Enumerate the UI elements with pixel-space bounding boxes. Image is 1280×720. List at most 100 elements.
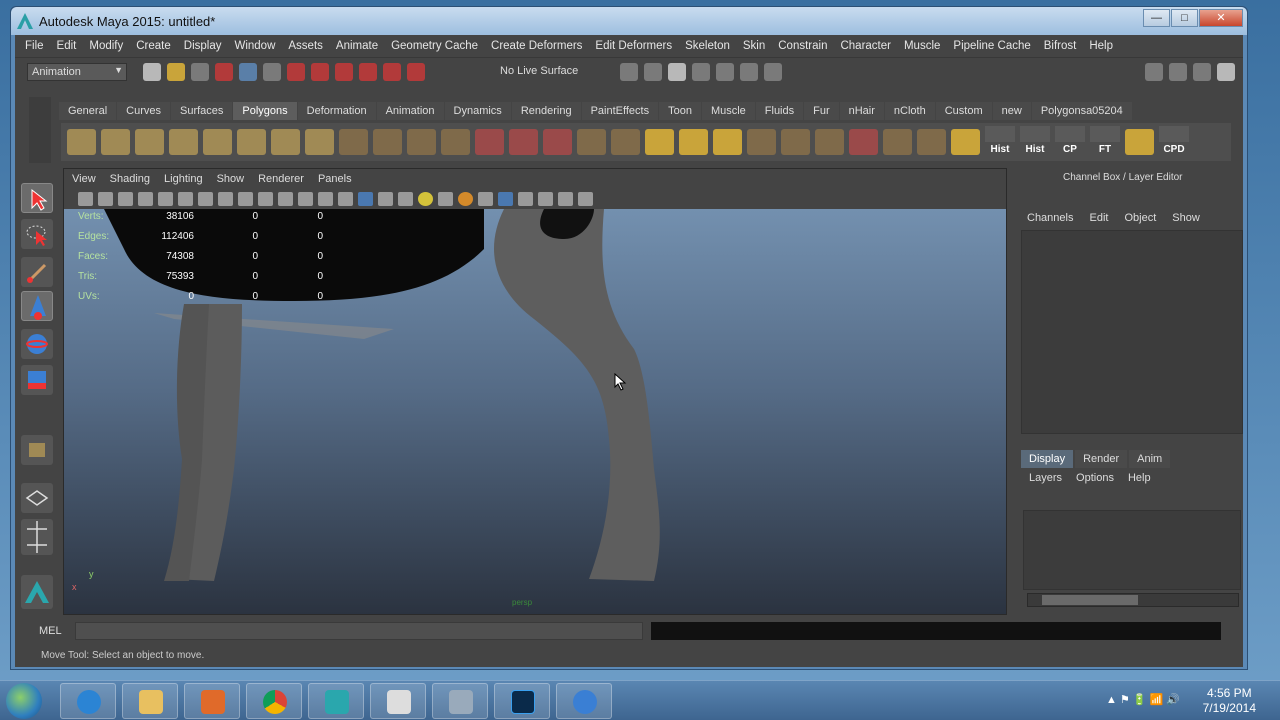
menu-create-deformers[interactable]: Create Deformers (491, 40, 582, 52)
shelf-tab-polygonsa05204[interactable]: Polygonsa05204 (1031, 102, 1132, 120)
planar-mapping-icon[interactable] (917, 129, 946, 155)
scrollbar-thumb[interactable] (1042, 595, 1138, 605)
poly-plane-icon[interactable] (203, 129, 232, 155)
tab-render[interactable]: Render (1075, 450, 1128, 468)
use-all-lights-icon[interactable] (418, 192, 433, 206)
two-d-pan-zoom-icon[interactable] (158, 192, 173, 206)
shelf-tab-fluids[interactable]: Fluids (755, 102, 804, 120)
grid-icon[interactable] (198, 192, 213, 206)
snap-view-plane-icon[interactable] (359, 63, 377, 81)
menu-assets[interactable]: Assets (288, 40, 323, 52)
menu-character[interactable]: Character (840, 40, 891, 52)
rotate-tool-icon[interactable] (21, 329, 53, 359)
taskbar-explorer[interactable] (122, 683, 178, 719)
channel-box-icon[interactable] (1217, 63, 1235, 81)
taskbar-flower-app[interactable] (556, 683, 612, 719)
select-hierarchy-icon[interactable] (215, 63, 233, 81)
xray-icon[interactable] (538, 192, 553, 206)
output-ops-icon[interactable] (644, 63, 662, 81)
tab-display[interactable]: Display (1021, 450, 1074, 468)
save-scene-icon[interactable] (191, 63, 209, 81)
layer-menu-layers[interactable]: Layers (1029, 472, 1062, 484)
new-scene-icon[interactable] (143, 63, 161, 81)
isolate-select-icon[interactable] (518, 192, 533, 206)
shelf-tab-fur[interactable]: Fur (804, 102, 839, 120)
wireframe-on-shaded-icon[interactable] (378, 192, 393, 206)
split-polygon-icon[interactable] (611, 129, 640, 155)
minimize-button[interactable]: — (1143, 9, 1170, 27)
menu-edit-deformers[interactable]: Edit Deformers (595, 40, 672, 52)
mirror-icon[interactable] (509, 129, 538, 155)
add-divisions-icon[interactable] (713, 129, 742, 155)
viewport-menu-panels[interactable]: Panels (318, 173, 352, 185)
viewport-menu-renderer[interactable]: Renderer (258, 173, 304, 185)
shelf-menu-handle[interactable] (29, 97, 51, 163)
poly-torus-icon[interactable] (237, 129, 266, 155)
paint-select-tool-icon[interactable] (21, 257, 53, 287)
select-tool-icon[interactable] (21, 183, 53, 213)
channel-box-menu-channels[interactable]: Channels (1027, 212, 1073, 224)
menu-display[interactable]: Display (184, 40, 222, 52)
fill-hole-icon[interactable] (543, 129, 572, 155)
bookmarks-icon[interactable] (118, 192, 133, 206)
wireframe-icon[interactable] (338, 192, 353, 206)
viewport-menu-view[interactable]: View (72, 173, 96, 185)
construction-history-icon[interactable] (668, 63, 686, 81)
taskbar-chrome[interactable] (246, 683, 302, 719)
viewport-menu-lighting[interactable]: Lighting (164, 173, 203, 185)
automatic-mapping-icon[interactable] (951, 129, 980, 155)
render-view-icon[interactable] (692, 63, 710, 81)
menu-help[interactable]: Help (1089, 40, 1113, 52)
film-gate-icon[interactable] (218, 192, 233, 206)
shelf-tab-muscle[interactable]: Muscle (701, 102, 755, 120)
layer-scrollbar[interactable] (1027, 593, 1239, 607)
lasso-tool-icon[interactable] (21, 219, 53, 249)
move-tool-icon[interactable] (21, 291, 53, 321)
title-bar[interactable]: Autodesk Maya 2015: untitled* — □ ✕ (11, 7, 1247, 35)
poly-soccer-ball-icon[interactable] (305, 129, 334, 155)
select-object-icon[interactable] (239, 63, 257, 81)
freeze-transform-button[interactable]: FT (1090, 126, 1120, 158)
taskbar-screen-app[interactable] (432, 683, 488, 719)
menu-create[interactable]: Create (136, 40, 171, 52)
extract-icon[interactable] (407, 129, 436, 155)
smooth-icon[interactable] (441, 129, 470, 155)
shelf-tab-surfaces[interactable]: Surfaces (170, 102, 233, 120)
channel-list[interactable] (1021, 230, 1243, 434)
viewport-menu-show[interactable]: Show (217, 173, 245, 185)
channel-box-menu-object[interactable]: Object (1124, 212, 1156, 224)
channel-box-menu-show[interactable]: Show (1172, 212, 1200, 224)
menu-constrain[interactable]: Constrain (778, 40, 827, 52)
scale-tool-icon[interactable] (21, 365, 53, 395)
hist-button-2[interactable]: Hist (1020, 126, 1050, 158)
menu-set-dropdown[interactable]: Animation ▼ (27, 63, 127, 81)
select-camera-icon[interactable] (78, 192, 93, 206)
shelf-tab-animation[interactable]: Animation (376, 102, 444, 120)
maximize-button[interactable]: □ (1171, 9, 1198, 27)
layer-menu-options[interactable]: Options (1076, 472, 1114, 484)
bevel-icon[interactable] (747, 129, 776, 155)
shelf-tab-deformation[interactable]: Deformation (297, 102, 376, 120)
taskbar-ie[interactable] (60, 683, 116, 719)
shelf-tab-toon[interactable]: Toon (659, 102, 701, 120)
shelf-tab-dynamics[interactable]: Dynamics (444, 102, 511, 120)
taskbar-media-player[interactable] (184, 683, 240, 719)
tool-settings-icon[interactable] (1193, 63, 1211, 81)
taskbar-zbrush[interactable] (370, 683, 426, 719)
render-settings-icon[interactable] (764, 63, 782, 81)
poly-sphere-icon[interactable] (67, 129, 96, 155)
snap-point-icon[interactable] (335, 63, 353, 81)
layer-list[interactable] (1023, 510, 1241, 590)
hist-button-1[interactable]: Hist (985, 126, 1015, 158)
offset-edge-loop-icon[interactable] (679, 129, 708, 155)
combine-icon[interactable] (339, 129, 368, 155)
field-chart-icon[interactable] (278, 192, 293, 206)
viewport-menu-shading[interactable]: Shading (110, 173, 150, 185)
quick-layout-icon[interactable] (21, 483, 53, 513)
menu-bifrost[interactable]: Bifrost (1044, 40, 1077, 52)
uv-editor-icon[interactable] (883, 129, 912, 155)
command-input[interactable] (75, 622, 643, 640)
tab-anim[interactable]: Anim (1129, 450, 1171, 468)
share-icon[interactable] (578, 192, 593, 206)
ambient-occlusion-icon[interactable] (458, 192, 473, 206)
